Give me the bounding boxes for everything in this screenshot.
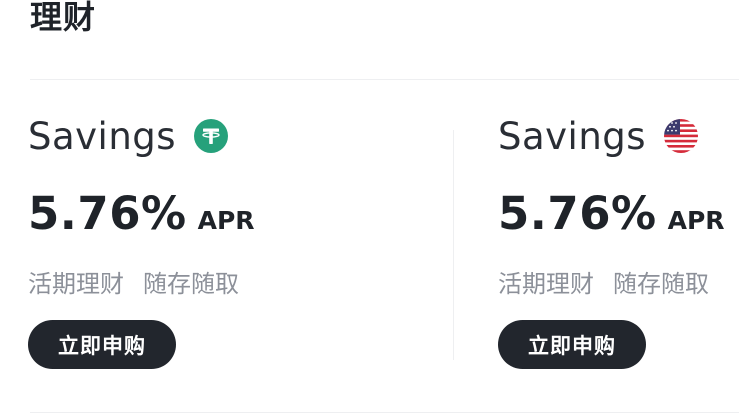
card-separator <box>453 130 454 360</box>
finance-page: 理财 Savings 5.76% APR 活期理财 随存随取 立即申购 Savi… <box>0 0 739 416</box>
subscribe-button[interactable]: 立即申购 <box>28 320 176 369</box>
rate-row: 5.76% APR <box>498 187 739 243</box>
apr-unit: APR <box>667 206 725 235</box>
apr-value: 5.76% <box>498 187 657 240</box>
tag-flexible: 活期理财 <box>28 269 124 298</box>
savings-card-usdt[interactable]: Savings 5.76% APR 活期理财 随存随取 立即申购 <box>28 110 328 380</box>
card-title-row: Savings <box>28 110 328 162</box>
tether-usdt-icon <box>194 119 229 153</box>
top-divider <box>30 79 739 80</box>
rate-row: 5.76% APR <box>28 187 328 243</box>
savings-card-usd[interactable]: Savings 5.76% APR 活期理财 随存随取 立即申购 <box>498 110 739 380</box>
subscribe-button[interactable]: 立即申购 <box>498 320 646 369</box>
tag-anytime: 随存随取 <box>613 269 709 298</box>
card-title-row: Savings <box>498 110 739 162</box>
tag-flexible: 活期理财 <box>498 269 594 298</box>
apr-value: 5.76% <box>28 187 187 240</box>
us-flag-icon <box>664 119 699 153</box>
tag-row: 活期理财 随存随取 <box>498 265 739 298</box>
card-title: Savings <box>28 114 177 158</box>
bottom-divider <box>30 412 739 413</box>
tag-anytime: 随存随取 <box>143 269 239 298</box>
section-title: 理财 <box>30 0 97 36</box>
tag-row: 活期理财 随存随取 <box>28 265 328 298</box>
apr-unit: APR <box>197 206 255 235</box>
card-title: Savings <box>498 114 647 158</box>
